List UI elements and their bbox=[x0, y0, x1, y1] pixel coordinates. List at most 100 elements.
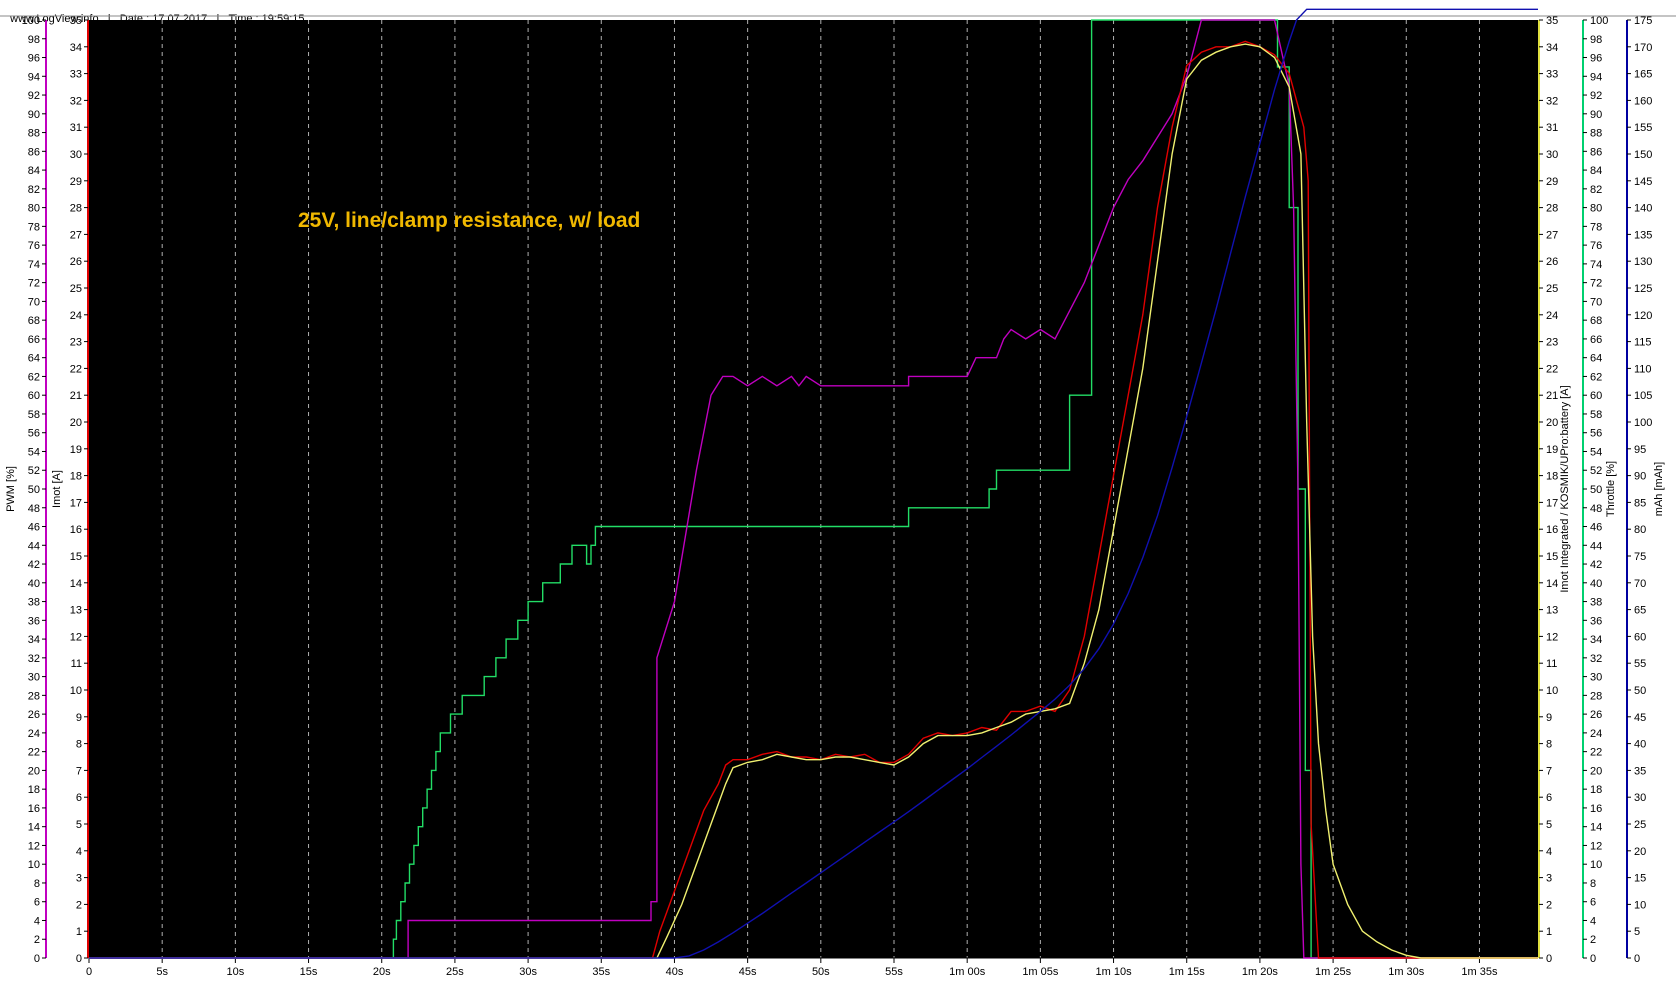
imot_int-tick-label: 19 bbox=[1546, 444, 1558, 456]
x-tick-label: 35s bbox=[592, 966, 610, 978]
pwm-tick-label: 50 bbox=[28, 484, 40, 496]
imot-tick-label: 22 bbox=[70, 363, 82, 375]
throttle-axis-title: Throttle [%] bbox=[1605, 461, 1617, 517]
imot-tick-label: 11 bbox=[71, 658, 82, 670]
throttle-tick-label: 92 bbox=[1590, 90, 1602, 102]
pwm-tick-label: 0 bbox=[34, 953, 40, 965]
imot-tick-label: 17 bbox=[70, 497, 82, 509]
imot-tick-label: 29 bbox=[70, 176, 82, 188]
imot_int-tick-label: 11 bbox=[1546, 658, 1557, 670]
throttle-tick-label: 54 bbox=[1590, 446, 1602, 458]
mah-tick-label: 145 bbox=[1634, 176, 1652, 188]
pwm-tick-label: 32 bbox=[28, 653, 40, 665]
imot-tick-label: 33 bbox=[70, 69, 82, 81]
throttle-tick-label: 16 bbox=[1590, 803, 1602, 815]
imot-tick-label: 2 bbox=[76, 899, 82, 911]
imot_int-tick-label: 12 bbox=[1546, 631, 1558, 643]
imot_int-tick-label: 16 bbox=[1546, 524, 1558, 536]
mah-tick-label: 140 bbox=[1634, 203, 1652, 215]
pwm-tick-label: 98 bbox=[28, 34, 40, 46]
mah-tick-label: 40 bbox=[1634, 739, 1646, 751]
pwm-tick-label: 94 bbox=[28, 71, 40, 83]
pwm-tick-label: 6 bbox=[34, 897, 40, 909]
imot-tick-label: 1 bbox=[76, 926, 82, 938]
mah-tick-label: 170 bbox=[1634, 42, 1652, 54]
imot-tick-label: 6 bbox=[76, 792, 82, 804]
imot-tick-label: 7 bbox=[76, 765, 82, 777]
imot-tick-label: 10 bbox=[70, 685, 82, 697]
x-tick-label: 40s bbox=[666, 966, 684, 978]
throttle-tick-label: 70 bbox=[1590, 296, 1602, 308]
imot_int-tick-label: 32 bbox=[1546, 95, 1558, 107]
throttle-tick-label: 76 bbox=[1590, 240, 1602, 252]
imot_int-tick-label: 31 bbox=[1546, 122, 1558, 134]
mah-tick-label: 75 bbox=[1634, 551, 1646, 563]
throttle-tick-label: 30 bbox=[1590, 672, 1602, 684]
mah-tick-label: 65 bbox=[1634, 605, 1646, 617]
imot_int-tick-label: 30 bbox=[1546, 149, 1558, 161]
pwm-tick-label: 24 bbox=[28, 728, 40, 740]
mah-tick-label: 0 bbox=[1634, 953, 1640, 965]
pwm-tick-label: 68 bbox=[28, 315, 40, 327]
imot-tick-label: 4 bbox=[76, 846, 82, 858]
throttle-tick-label: 88 bbox=[1590, 128, 1602, 140]
imot_int-tick-label: 25 bbox=[1546, 283, 1558, 295]
x-tick-label: 5s bbox=[156, 966, 168, 978]
pwm-tick-label: 62 bbox=[28, 371, 40, 383]
pwm-tick-label: 18 bbox=[28, 784, 40, 796]
mah-tick-label: 125 bbox=[1634, 283, 1652, 295]
imot_int-tick-label: 9 bbox=[1546, 712, 1552, 724]
throttle-tick-label: 12 bbox=[1590, 840, 1602, 852]
pwm-tick-label: 80 bbox=[28, 203, 40, 215]
throttle-tick-label: 84 bbox=[1590, 165, 1602, 177]
imot_int-tick-label: 8 bbox=[1546, 739, 1552, 751]
imot_int-tick-label: 15 bbox=[1546, 551, 1558, 563]
imot_int-tick-label: 18 bbox=[1546, 471, 1558, 483]
mah-tick-label: 70 bbox=[1634, 578, 1646, 590]
throttle-tick-label: 4 bbox=[1590, 915, 1596, 927]
pwm-tick-label: 8 bbox=[34, 878, 40, 890]
throttle-tick-label: 100 bbox=[1590, 15, 1608, 27]
imot_int-tick-label: 27 bbox=[1546, 229, 1558, 241]
mah-tick-label: 135 bbox=[1634, 229, 1652, 241]
pwm-tick-label: 4 bbox=[34, 915, 40, 927]
mah-tick-label: 5 bbox=[1634, 926, 1640, 938]
pwm-tick-label: 78 bbox=[28, 221, 40, 233]
mah-tick-label: 15 bbox=[1634, 873, 1646, 885]
throttle-tick-label: 58 bbox=[1590, 409, 1602, 421]
imot_int-tick-label: 5 bbox=[1546, 819, 1552, 831]
imot-tick-label: 30 bbox=[70, 149, 82, 161]
mah-tick-label: 55 bbox=[1634, 658, 1646, 670]
imot-tick-label: 9 bbox=[76, 712, 82, 724]
pwm-tick-label: 12 bbox=[28, 840, 40, 852]
x-tick-label: 55s bbox=[885, 966, 903, 978]
mah-tick-label: 100 bbox=[1634, 417, 1652, 429]
imot_int-tick-label: 29 bbox=[1546, 176, 1558, 188]
pwm-tick-label: 22 bbox=[28, 747, 40, 759]
imot_int-axis-title: Imot Integrated / KOSMIK/UPro:battery [A… bbox=[1559, 385, 1571, 592]
throttle-tick-label: 46 bbox=[1590, 522, 1602, 534]
plot-area[interactable] bbox=[89, 20, 1538, 958]
mah-tick-label: 85 bbox=[1634, 497, 1646, 509]
throttle-tick-label: 52 bbox=[1590, 465, 1602, 477]
throttle-tick-label: 82 bbox=[1590, 184, 1602, 196]
pwm-tick-label: 82 bbox=[28, 184, 40, 196]
imot_int-tick-label: 33 bbox=[1546, 69, 1558, 81]
imot_int-tick-label: 14 bbox=[1546, 578, 1558, 590]
x-tick-label: 30s bbox=[519, 966, 537, 978]
pwm-tick-label: 38 bbox=[28, 597, 40, 609]
imot-tick-label: 21 bbox=[70, 390, 82, 402]
mah-tick-label: 50 bbox=[1634, 685, 1646, 697]
throttle-tick-label: 6 bbox=[1590, 897, 1596, 909]
imot-tick-label: 19 bbox=[70, 444, 82, 456]
pwm-tick-label: 16 bbox=[28, 803, 40, 815]
imot_int-tick-label: 3 bbox=[1546, 873, 1552, 885]
imot-tick-label: 3 bbox=[76, 873, 82, 885]
throttle-tick-label: 18 bbox=[1590, 784, 1602, 796]
x-tick-label: 0 bbox=[86, 966, 92, 978]
imot-tick-label: 31 bbox=[70, 122, 82, 134]
throttle-tick-label: 42 bbox=[1590, 559, 1602, 571]
pwm-tick-label: 100 bbox=[22, 15, 40, 27]
mah-tick-label: 60 bbox=[1634, 631, 1646, 643]
imot-tick-label: 25 bbox=[70, 283, 82, 295]
